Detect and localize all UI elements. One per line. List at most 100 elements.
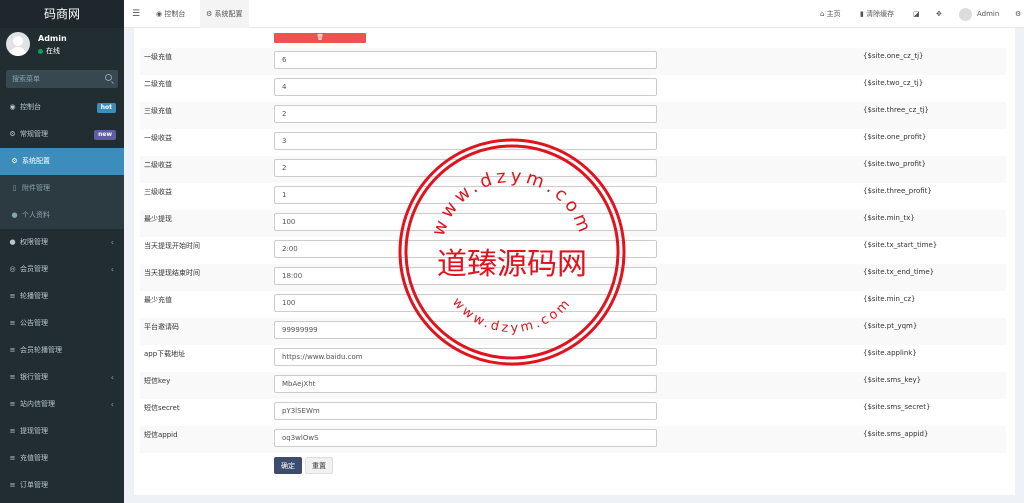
delete-button[interactable]: 🗑	[274, 33, 366, 43]
sidebar-item-2[interactable]: ⚙ 系统配置	[0, 148, 124, 175]
sidebar-item-7[interactable]: ≡ 轮播管理	[0, 283, 124, 310]
field-label: 当天提现结束时间	[144, 269, 200, 277]
admin-menu[interactable]: Admin	[959, 0, 999, 28]
menu-toggle-icon[interactable]: ☰	[132, 0, 140, 28]
sidebar-item-14[interactable]: ≡ 订单管理	[0, 472, 124, 499]
list-icon: ≡	[9, 292, 16, 300]
form-row: 最少充值 {$site.min_cz}	[140, 291, 1006, 318]
settings-gear-icon[interactable]: ⚙	[1015, 0, 1021, 28]
form-row: 三级收益 {$site.three_profit}	[140, 183, 1006, 210]
user-icon: ●	[11, 211, 18, 219]
sidebar-item-label: 权限管理	[20, 238, 48, 246]
sidebar-item-label: 站内信管理	[20, 400, 55, 408]
field-input[interactable]	[274, 348, 657, 366]
field-input[interactable]	[274, 132, 657, 150]
field-input[interactable]	[274, 51, 657, 69]
search-input[interactable]	[6, 70, 118, 88]
field-label: 短信key	[144, 377, 171, 385]
field-label: app下载地址	[144, 350, 186, 358]
translate-icon[interactable]: ◪	[913, 0, 920, 28]
field-label: 三级收益	[144, 188, 172, 196]
sidebar-item-3[interactable]: ▯ 附件管理	[0, 175, 124, 202]
config-form: 🗑 确定 重置 一级充值 {$site.one_cz_tj} 二级充值 {$site.…	[134, 28, 1015, 495]
field-input[interactable]	[274, 240, 657, 258]
sidebar-item-label: 系统配置	[22, 157, 50, 165]
fullscreen-icon[interactable]: ✥	[936, 0, 942, 28]
field-input[interactable]	[274, 78, 657, 96]
sidebar-item-label: 个人资料	[22, 211, 50, 219]
sidebar-menu: ◉ 控制台 hot ⚙ 常规管理 new ⚙ 系统配置 ▯ 附件管理 ● 个人资料 ● 权限管理 ‹ ◎ 会员管…	[0, 94, 124, 499]
list-icon: ≡	[9, 400, 16, 408]
sidebar-item-1[interactable]: ⚙ 常规管理 new	[0, 121, 124, 148]
sidebar-item-11[interactable]: ≡ 站内信管理 ‹	[0, 391, 124, 418]
form-row: 二级收益 {$site.two_profit}	[140, 156, 1006, 183]
user-panel: Admin 在线	[0, 28, 124, 64]
user-circle-icon: ◎	[9, 265, 16, 273]
sidebar: 码商网 Admin 在线 ◉ 控制台 hot ⚙ 常规管理 new ⚙ 系统配置 ▯ 附件管理 ● 个…	[0, 0, 124, 503]
form-row: 短信secret {$site.sms_secret}	[140, 399, 1006, 426]
list-icon: ≡	[9, 427, 16, 435]
sidebar-item-5[interactable]: ● 权限管理 ‹	[0, 229, 124, 256]
field-label: 短信secret	[144, 404, 180, 412]
form-row: app下载地址 {$site.applink}	[140, 345, 1006, 372]
form-row: 平台邀请码 {$site.pt_yqm}	[140, 318, 1006, 345]
sidebar-item-13[interactable]: ≡ 充值管理	[0, 445, 124, 472]
sidebar-item-label: 提现管理	[20, 427, 48, 435]
list-icon: ≡	[9, 373, 16, 381]
field-input[interactable]	[274, 294, 657, 312]
cogs-icon: ⚙	[9, 130, 16, 138]
reset-button[interactable]: 重置	[305, 457, 333, 474]
field-label: 最少提现	[144, 215, 172, 223]
field-label: 最少充值	[144, 296, 172, 304]
user-name: Admin	[38, 34, 67, 43]
chevron-left-icon: ‹	[110, 265, 114, 274]
field-input[interactable]	[274, 375, 657, 393]
template-variable: {$site.tx_end_time}	[863, 268, 935, 276]
home-link[interactable]: ⌂ 主页	[820, 0, 841, 28]
field-label: 二级充值	[144, 80, 172, 88]
sidebar-item-8[interactable]: ≡ 公告管理	[0, 310, 124, 337]
sidebar-item-4[interactable]: ● 个人资料	[0, 202, 124, 229]
field-label: 一级充值	[144, 53, 172, 61]
search-icon[interactable]	[105, 74, 112, 81]
sidebar-item-6[interactable]: ◎ 会员管理 ‹	[0, 256, 124, 283]
trash-icon: 🗑	[316, 34, 324, 41]
menu-badge: new	[94, 130, 116, 140]
sidebar-item-label: 轮播管理	[20, 292, 48, 300]
sidebar-item-9[interactable]: ≡ 会员轮播管理	[0, 337, 124, 364]
sidebar-item-label: 会员管理	[20, 265, 48, 273]
brand-logo[interactable]: 码商网	[0, 0, 124, 28]
form-row: 当天提现开始时间 {$site.tx_start_time}	[140, 237, 1006, 264]
field-input[interactable]	[274, 321, 657, 339]
sidebar-item-label: 公告管理	[20, 319, 48, 327]
field-input[interactable]	[274, 429, 657, 447]
form-row: 二级充值 {$site.two_cz_tj}	[140, 75, 1006, 102]
tab-dashboard[interactable]: ◉ 控制台	[156, 0, 185, 28]
form-row: 三级充值 {$site.three_cz_tj}	[140, 102, 1006, 129]
field-input[interactable]	[274, 267, 657, 285]
form-row: 最少提现 {$site.min_tx}	[140, 210, 1006, 237]
field-input[interactable]	[274, 213, 657, 231]
sidebar-item-0[interactable]: ◉ 控制台 hot	[0, 94, 124, 121]
topbar: ☰ ◉ 控制台 ⚙ 系统配置 ⌂ 主页 ▮ 清除缓存 ◪ ✥ Admin ⚙	[124, 0, 1024, 28]
field-input[interactable]	[274, 186, 657, 204]
sidebar-item-label: 常规管理	[20, 130, 48, 138]
template-variable: {$site.pt_yqm}	[863, 322, 918, 330]
template-variable: {$site.three_cz_tj}	[863, 106, 929, 114]
field-label: 一级收益	[144, 134, 172, 142]
form-row: 一级收益 {$site.one_profit}	[140, 129, 1006, 156]
field-label: 二级收益	[144, 161, 172, 169]
field-input[interactable]	[274, 105, 657, 123]
field-input[interactable]	[274, 402, 657, 420]
template-variable: {$site.tx_start_time}	[863, 241, 938, 249]
sidebar-item-10[interactable]: ≡ 银行管理 ‹	[0, 364, 124, 391]
clear-cache-button[interactable]: ▮ 清除缓存	[860, 0, 894, 28]
sidebar-item-12[interactable]: ≡ 提现管理	[0, 418, 124, 445]
tab-system-config[interactable]: ⚙ 系统配置	[200, 0, 249, 28]
field-input[interactable]	[274, 159, 657, 177]
file-icon: ▯	[12, 184, 17, 192]
avatar	[6, 32, 30, 56]
list-icon: ≡	[9, 454, 16, 462]
confirm-button[interactable]: 确定	[274, 457, 302, 474]
form-row: 短信key {$site.sms_key}	[140, 372, 1006, 399]
